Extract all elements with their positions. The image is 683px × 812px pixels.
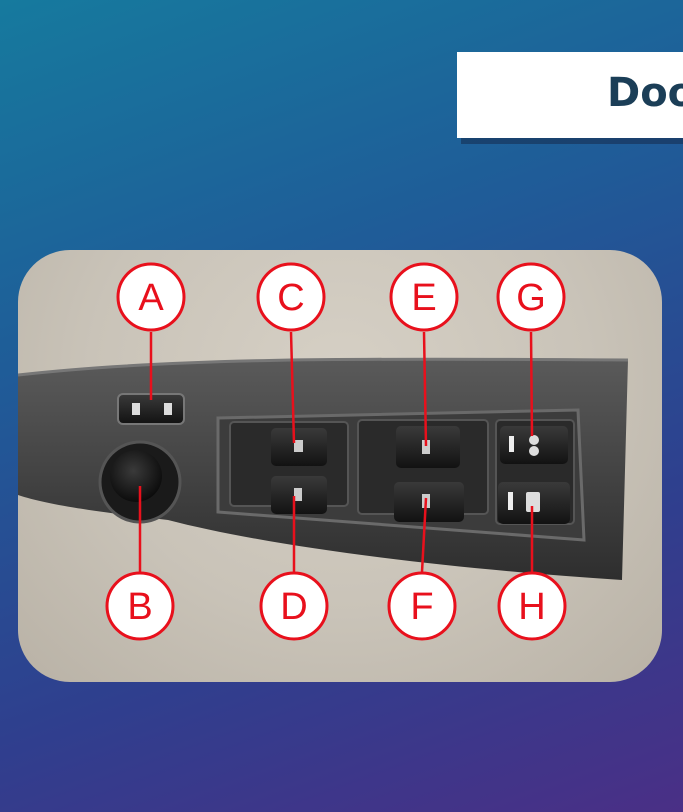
callout-e: E — [389, 262, 459, 332]
callout-h: H — [497, 571, 567, 641]
callout-c: C — [256, 262, 326, 332]
callout-g: G — [496, 262, 566, 332]
svg-text:C: C — [277, 277, 304, 319]
callout-b: B — [105, 571, 175, 641]
svg-text:F: F — [410, 586, 433, 628]
svg-text:E: E — [411, 277, 436, 319]
callout-d: D — [259, 571, 329, 641]
svg-text:B: B — [127, 586, 152, 628]
callout-f: F — [387, 571, 457, 641]
svg-text:H: H — [518, 586, 545, 628]
title-card: Doo — [457, 52, 683, 138]
svg-text:D: D — [280, 586, 307, 628]
slide-title: Doo — [607, 70, 683, 116]
svg-text:A: A — [138, 277, 164, 319]
door-switch-panel-photo: A C E G B D F H — [18, 250, 662, 682]
svg-text:G: G — [516, 277, 546, 319]
callout-a: A — [116, 262, 186, 332]
